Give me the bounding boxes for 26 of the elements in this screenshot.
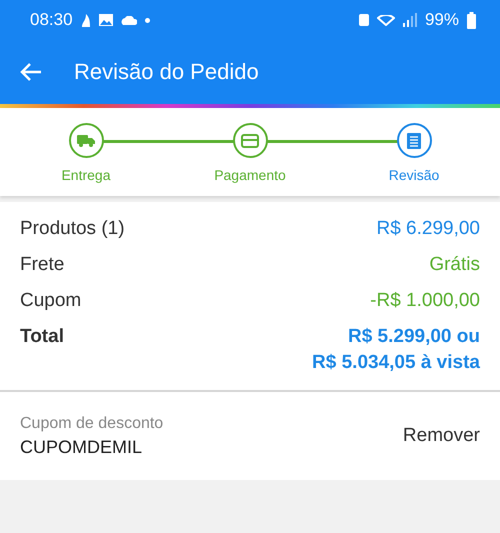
step-label: Revisão	[388, 167, 440, 183]
back-arrow-icon[interactable]	[20, 62, 42, 82]
wifi-icon	[376, 14, 395, 26]
image-icon	[98, 14, 113, 26]
dot-icon	[144, 18, 150, 22]
summary-label: Total	[20, 325, 64, 349]
coupon-label: Cupom de desconto	[20, 414, 164, 432]
summary-value: R$ 6.299,00	[376, 217, 480, 241]
coupon-code: CUPOMDEMIL	[20, 436, 144, 458]
battery-percent: 99%	[424, 10, 459, 30]
step-label: Pagamento	[214, 167, 286, 183]
remove-button[interactable]: Remover	[402, 425, 480, 447]
flame-icon	[80, 13, 91, 27]
summary-value: -R$ 1.000,00	[370, 289, 480, 313]
summary-value: R$ 5.034,05 à vista	[312, 351, 480, 375]
cloud-icon	[120, 16, 137, 24]
status-time: 08:30	[30, 10, 73, 30]
signal-icon	[402, 13, 417, 27]
summary-label: Frete	[20, 253, 64, 277]
screen-title: Revisão do Pedido	[74, 59, 259, 85]
battery-icon	[467, 12, 476, 28]
summary-label: Cupom	[20, 289, 82, 313]
summary-value: Grátis	[429, 253, 480, 277]
summary-value: R$ 5.299,00 ou	[348, 325, 480, 349]
summary-label: Produtos (1)	[20, 217, 125, 241]
step-label: Entrega	[61, 167, 111, 183]
